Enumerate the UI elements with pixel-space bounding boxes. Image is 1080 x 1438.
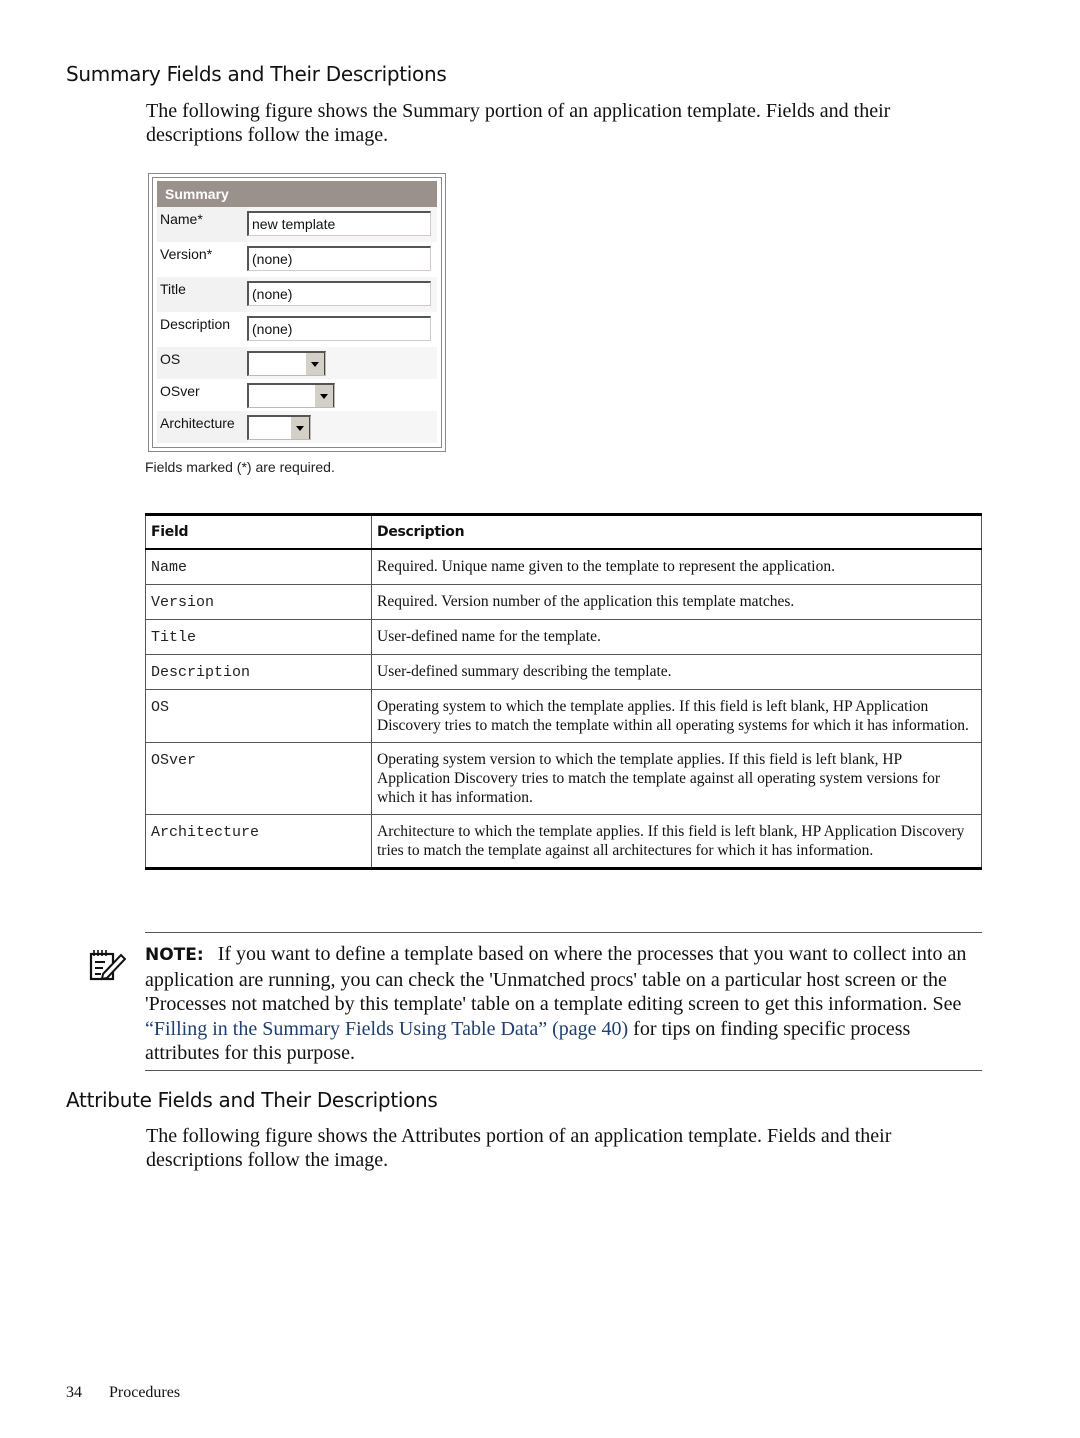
form-row-title: Title (none) xyxy=(157,277,437,312)
summary-form-screenshot: Summary Name* new template Version* (non… xyxy=(148,173,446,452)
title-input[interactable]: (none) xyxy=(247,281,431,306)
chapter-name: Procedures xyxy=(109,1384,181,1401)
name-input[interactable]: new template xyxy=(247,211,431,236)
chevron-down-icon xyxy=(314,385,334,407)
field-description-cell: User-defined summary describing the temp… xyxy=(371,654,982,690)
section-heading-summary-fields: Summary Fields and Their Descriptions xyxy=(66,62,447,86)
table-row: Version Required. Version number of the … xyxy=(145,584,982,620)
summary-panel-header: Summary xyxy=(157,181,437,207)
field-name-cell: OS xyxy=(145,689,372,743)
note-paragraph: NOTE: If you want to define a template ba… xyxy=(145,942,985,1066)
form-row-version: Version* (none) xyxy=(157,242,437,277)
os-select[interactable] xyxy=(247,351,326,376)
cross-reference-link[interactable]: “Filling in the Summary Fields Using Tab… xyxy=(145,1018,628,1040)
title-label: Title xyxy=(157,277,247,312)
table-row: Name Required. Unique name given to the … xyxy=(145,548,982,585)
note-bottom-rule xyxy=(145,1070,982,1071)
summary-fields-table: Field Description Name Required. Unique … xyxy=(145,513,982,870)
table-row: OSver Operating system version to which … xyxy=(145,742,982,815)
table-row: Architecture Architecture to which the t… xyxy=(145,814,982,869)
os-label: OS xyxy=(157,347,247,379)
table-row: Title User-defined name for the template… xyxy=(145,619,982,655)
form-row-os: OS xyxy=(157,347,437,379)
osver-select[interactable] xyxy=(247,383,335,408)
attributes-intro-paragraph: The following figure shows the Attribute… xyxy=(146,1125,892,1171)
version-input[interactable]: (none) xyxy=(247,246,431,271)
field-description-cell: Operating system version to which the te… xyxy=(371,742,982,815)
field-description-cell: User-defined name for the template. xyxy=(371,619,982,655)
version-label: Version* xyxy=(160,246,213,262)
table-row: OS Operating system to which the templat… xyxy=(145,689,982,743)
field-name-cell: OSver xyxy=(145,742,372,815)
form-row-architecture: Architecture xyxy=(157,411,437,443)
note-top-rule xyxy=(145,932,982,933)
architecture-label: Architecture xyxy=(157,411,247,443)
column-header-field: Field xyxy=(145,514,372,550)
field-description-cell: Operating system to which the template a… xyxy=(371,689,982,743)
page-number: 34 xyxy=(66,1384,82,1401)
chevron-down-icon xyxy=(305,353,325,375)
note-pencil-icon xyxy=(89,950,126,981)
note-text-before: If you want to define a template based o… xyxy=(145,943,967,1015)
osver-label: OSver xyxy=(160,383,200,399)
figure-caption: Fields marked (*) are required. xyxy=(145,459,335,475)
field-name-cell: Version xyxy=(145,584,372,620)
name-label: Name* xyxy=(157,207,247,242)
form-row-osver: OSver xyxy=(157,379,437,411)
note-label: NOTE: xyxy=(145,945,204,965)
summary-intro-paragraph: The following figure shows the Summary p… xyxy=(146,100,891,146)
section-heading-attribute-fields: Attribute Fields and Their Descriptions xyxy=(66,1088,438,1112)
description-input[interactable]: (none) xyxy=(247,316,431,341)
field-name-cell: Description xyxy=(145,654,372,690)
form-row-description: Description (none) xyxy=(157,312,437,347)
field-description-cell: Required. Unique name given to the templ… xyxy=(371,548,982,585)
summary-form-rows: Name* new template Version* (none) Title… xyxy=(157,207,437,443)
chevron-down-icon xyxy=(290,417,310,439)
form-row-name: Name* new template xyxy=(157,207,437,242)
description-label: Description xyxy=(160,316,231,332)
table-row: Description User-defined summary describ… xyxy=(145,654,982,690)
field-name-cell: Architecture xyxy=(145,814,372,869)
column-header-description: Description xyxy=(371,514,982,550)
field-description-cell: Architecture to which the template appli… xyxy=(371,814,982,869)
field-description-cell: Required. Version number of the applicat… xyxy=(371,584,982,620)
table-header-row: Field Description xyxy=(145,514,982,550)
architecture-select[interactable] xyxy=(247,415,311,440)
field-name-cell: Title xyxy=(145,619,372,655)
field-name-cell: Name xyxy=(145,548,372,585)
